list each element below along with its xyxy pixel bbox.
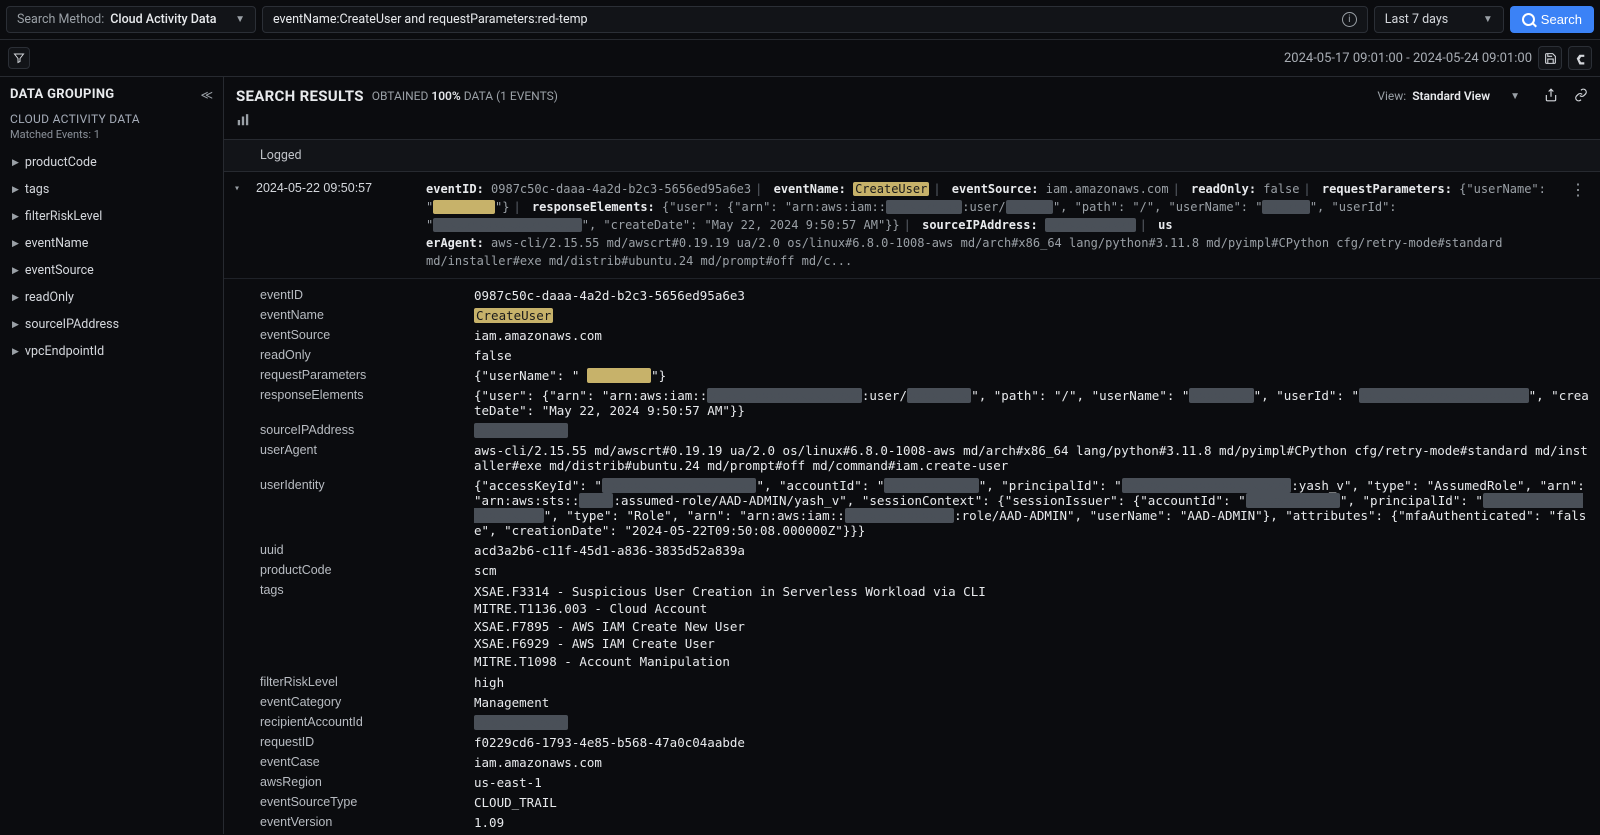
expand-toggle[interactable]: ▾ [234,180,246,270]
field-item-vpcEndpointId[interactable]: ▶vpcEndpointId [10,338,213,365]
detail-row-eventID: eventID0987c50c-daaa-4a2d-b2c3-5656ed95a… [260,285,1600,305]
detail-row-requestParameters: requestParameters{"userName": " "} [260,365,1600,385]
sub-toolbar: 2024-05-17 09:01:00 - 2024-05-24 09:01:0… [0,40,1600,77]
field-item-productCode[interactable]: ▶productCode [10,149,213,176]
field-item-filterRiskLevel[interactable]: ▶filterRiskLevel [10,203,213,230]
chevron-right-icon: ▶ [12,158,19,168]
detail-row-productCode: productCodescm [260,560,1600,580]
query-text: eventName:CreateUser and requestParamete… [273,12,1342,27]
collapse-sidebar-icon[interactable]: ≪ [200,88,213,102]
top-search-bar: Search Method: Cloud Activity Data ▼ eve… [0,0,1600,40]
time-range-select[interactable]: Last 7 days ▼ [1374,6,1504,33]
results-subtitle: OBTAINED 100% DATA (1 EVENTS) [372,89,558,103]
clear-icon[interactable] [1568,46,1592,70]
event-detail: eventID0987c50c-daaa-4a2d-b2c3-5656ed95a… [224,279,1600,834]
column-header-logged: Logged [224,140,1600,172]
detail-row-tags: tagsXSAE.F3314 - Suspicious User Creatio… [260,580,1600,673]
field-item-eventName[interactable]: ▶eventName [10,230,213,257]
chevron-down-icon: ▼ [235,14,245,25]
sidebar-title: DATA GROUPING [10,87,114,102]
chevron-right-icon: ▶ [12,293,19,303]
detail-row-eventType: eventTypeAwsApiCall [260,833,1600,835]
detail-row-eventVersion: eventVersion1.09 [260,813,1600,833]
chevron-right-icon: ▶ [12,347,19,357]
detail-row-requestID: requestIDf0229cd6-1793-4e85-b568-47a0c04… [260,733,1600,753]
search-method-value: Cloud Activity Data [110,12,216,27]
row-menu-icon[interactable]: ⋮ [1566,180,1590,270]
chevron-down-icon: ▼ [1510,91,1520,102]
detail-row-eventCategory: eventCategoryManagement [260,693,1600,713]
event-row: ▾ 2024-05-22 09:50:57 eventID: 0987c50c-… [224,172,1600,279]
view-select[interactable]: View: Standard View ▼ [1377,88,1588,105]
chevron-down-icon: ▼ [1483,14,1493,25]
detail-row-awsRegion: awsRegionus-east-1 [260,773,1600,793]
search-method-label: Search Method: [17,12,104,27]
sidebar-source: CLOUD ACTIVITY DATA [10,112,213,126]
chevron-right-icon: ▶ [12,266,19,276]
detail-row-eventName: eventNameCreateUser [260,305,1600,325]
detail-row-userAgent: userAgentaws-cli/2.15.55 md/awscrt#0.19.… [260,440,1600,475]
view-label: View: [1377,89,1406,103]
field-item-tags[interactable]: ▶tags [10,176,213,203]
search-button-label: Search [1541,12,1582,27]
results-title: SEARCH RESULTS [236,87,364,105]
filter-button[interactable] [8,47,30,69]
link-icon[interactable] [1574,88,1588,105]
field-item-readOnly[interactable]: ▶readOnly [10,284,213,311]
detail-row-recipientAccountId: recipientAccountIdxxxxxxxxxxxx [260,713,1600,733]
chevron-right-icon: ▶ [12,185,19,195]
detail-row-eventCase: eventCaseiam.amazonaws.com [260,753,1600,773]
view-value: Standard View [1412,89,1490,103]
field-item-eventSource[interactable]: ▶eventSource [10,257,213,284]
info-icon[interactable]: i [1342,12,1357,27]
event-timestamp: 2024-05-22 09:50:57 [256,180,416,270]
detail-row-sourceIPAddress: sourceIPAddressxxxxxxxxxxxx [260,420,1600,440]
main-area: DATA GROUPING ≪ CLOUD ACTIVITY DATA Matc… [0,77,1600,834]
chevron-right-icon: ▶ [12,239,19,249]
search-icon [1522,13,1535,26]
chevron-right-icon: ▶ [12,212,19,222]
results-pane: SEARCH RESULTS OBTAINED 100% DATA (1 EVE… [224,77,1600,834]
results-header: SEARCH RESULTS OBTAINED 100% DATA (1 EVE… [224,77,1600,109]
chevron-right-icon: ▶ [12,320,19,330]
detail-row-responseElements: responseElements{"user": {"arn": "arn:aw… [260,385,1600,420]
sidebar: DATA GROUPING ≪ CLOUD ACTIVITY DATA Matc… [0,77,224,834]
save-icon[interactable] [1538,46,1562,70]
search-method-select[interactable]: Search Method: Cloud Activity Data ▼ [6,6,256,33]
detail-row-eventSourceType: eventSourceTypeCLOUD_TRAIL [260,793,1600,813]
detail-row-userIdentity: userIdentity{"accessKeyId": "xxxxxxxxxxx… [260,475,1600,540]
sidebar-matched: Matched Events: 1 [10,128,213,141]
detail-row-filterRiskLevel: filterRiskLevelhigh [260,673,1600,693]
chart-toggle[interactable] [224,109,1600,140]
time-range-label: Last 7 days [1385,12,1448,27]
field-item-sourceIPAddress[interactable]: ▶sourceIPAddress [10,311,213,338]
search-button[interactable]: Search [1510,6,1594,33]
detail-row-readOnly: readOnlyfalse [260,345,1600,365]
detail-row-eventSource: eventSourceiam.amazonaws.com [260,325,1600,345]
field-list: ▶productCode▶tags▶filterRiskLevel▶eventN… [10,149,213,365]
detail-row-uuid: uuidacd3a2b6-c11f-45d1-a836-3835d52a839a [260,540,1600,560]
date-range-display: 2024-05-17 09:01:00 - 2024-05-24 09:01:0… [1284,51,1532,66]
share-icon[interactable] [1544,88,1558,105]
query-input[interactable]: eventName:CreateUser and requestParamete… [262,6,1368,33]
event-summary-line: eventID: 0987c50c-daaa-4a2d-b2c3-5656ed9… [426,180,1556,270]
